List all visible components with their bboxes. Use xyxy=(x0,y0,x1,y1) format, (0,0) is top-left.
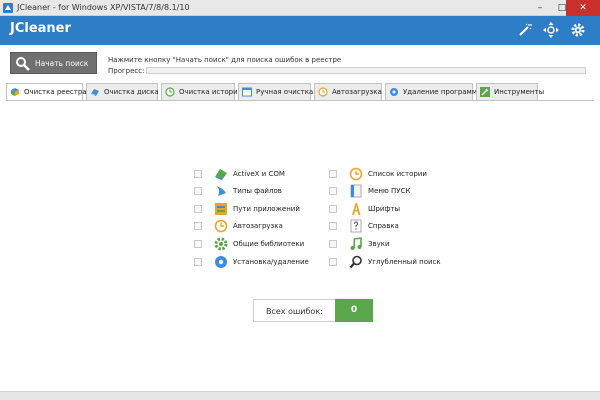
activex-label: ActiveX и COM xyxy=(233,170,285,178)
tab-tools-label: Инструменты xyxy=(494,88,545,96)
tab-manual-clean[interactable]: Ручная очистка xyxy=(238,83,314,100)
activex-icon xyxy=(215,169,227,180)
install-uninstall-icon xyxy=(215,256,227,268)
wand-icon[interactable] xyxy=(517,22,533,38)
tab-disk-label: Очистка диска xyxy=(104,88,159,96)
startup-icon xyxy=(214,219,228,233)
app-header: JCleaner xyxy=(0,16,600,45)
start-search-label: Начать поиск xyxy=(35,59,89,68)
history-list-checkbox[interactable] xyxy=(329,170,337,178)
start-menu-checkbox[interactable] xyxy=(329,187,337,195)
window-icon xyxy=(242,87,252,97)
progress-bar xyxy=(146,67,586,74)
help-checkbox[interactable] xyxy=(329,222,337,230)
tab-history[interactable]: Очистка истории xyxy=(161,83,242,100)
tab-startup-label: Автозагрузка xyxy=(332,88,382,96)
app-logo-icon xyxy=(3,3,13,13)
start-menu-icon xyxy=(350,184,362,198)
app-paths-icon xyxy=(215,203,227,215)
close-button[interactable]: ✕ xyxy=(566,0,600,16)
history-list-icon xyxy=(349,167,363,181)
file-types-label: Типы файлов xyxy=(233,187,282,195)
tab-registry-label: Очистка реестра xyxy=(24,88,87,96)
fonts-checkbox[interactable] xyxy=(329,205,337,213)
tab-disk[interactable]: Очистка диска xyxy=(86,83,159,100)
search-icon xyxy=(16,57,30,71)
tab-uninstall[interactable]: Удаление программ xyxy=(385,83,477,100)
deep-search-icon xyxy=(349,255,362,269)
window-title: JCleaner - for Windows XP/VISTA/7/8/8.1/… xyxy=(17,3,190,12)
deep-search-checkbox[interactable] xyxy=(329,258,337,266)
app-paths-checkbox[interactable] xyxy=(194,205,202,213)
search-hint: Нажмите кнопку "Начать поиск" для поиска… xyxy=(108,56,342,64)
history-list-label: Список истории xyxy=(368,170,427,178)
startup-icon xyxy=(318,87,328,97)
sounds-icon xyxy=(350,237,362,250)
status-strip xyxy=(0,391,600,400)
progress-label: Прогресс: xyxy=(108,67,145,75)
tools-icon xyxy=(480,87,490,97)
activex-checkbox[interactable] xyxy=(194,170,202,178)
window-titlebar: JCleaner - for Windows XP/VISTA/7/8/8.1/… xyxy=(0,0,600,16)
fonts-icon xyxy=(352,203,361,215)
help-icon xyxy=(350,219,362,233)
shared-libraries-icon xyxy=(214,237,228,251)
disk-icon xyxy=(91,89,99,96)
startup-checkbox[interactable] xyxy=(194,222,202,230)
file-types-checkbox[interactable] xyxy=(194,187,202,195)
tab-startup[interactable]: Автозагрузка xyxy=(314,83,382,100)
errors-total-label: Всех ошибок: xyxy=(266,307,323,316)
sounds-label: Звуки xyxy=(368,240,390,248)
tab-manual-clean-label: Ручная очистка xyxy=(256,88,314,96)
history-icon xyxy=(165,87,175,97)
app-name: JCleaner xyxy=(10,21,71,36)
uninstall-icon xyxy=(390,88,398,96)
gear-icon[interactable] xyxy=(570,22,586,38)
app-paths-label: Пути приложений xyxy=(233,205,300,213)
shared-libraries-label: Общие библиотеки xyxy=(233,240,305,248)
install-uninstall-checkbox[interactable] xyxy=(194,258,202,266)
tab-registry[interactable]: Очистка реестра xyxy=(6,83,87,101)
file-types-icon xyxy=(216,186,226,196)
errors-total-box: Всех ошибок: 0 xyxy=(253,299,373,322)
fonts-label: Шрифты xyxy=(368,205,401,213)
install-uninstall-label: Установка/удаление xyxy=(233,258,309,266)
help-label: Справка xyxy=(368,222,399,230)
errors-total-value: 0 xyxy=(335,299,373,322)
minimize-button[interactable]: – xyxy=(528,0,552,16)
start-menu-label: Меню ПУСК xyxy=(368,187,411,195)
deep-search-label: Углубленный поиск xyxy=(368,258,441,266)
tab-uninstall-label: Удаление программ xyxy=(403,88,478,96)
startup-label: Автозагрузка xyxy=(233,222,283,230)
start-search-button[interactable]: Начать поиск xyxy=(10,52,97,74)
tab-history-label: Очистка истории xyxy=(179,88,243,96)
registry-icon xyxy=(11,88,19,96)
move-arrows-icon[interactable] xyxy=(543,22,559,38)
sounds-checkbox[interactable] xyxy=(329,240,337,248)
tab-tools[interactable]: Инструменты xyxy=(476,83,544,100)
shared-libraries-checkbox[interactable] xyxy=(194,240,202,248)
